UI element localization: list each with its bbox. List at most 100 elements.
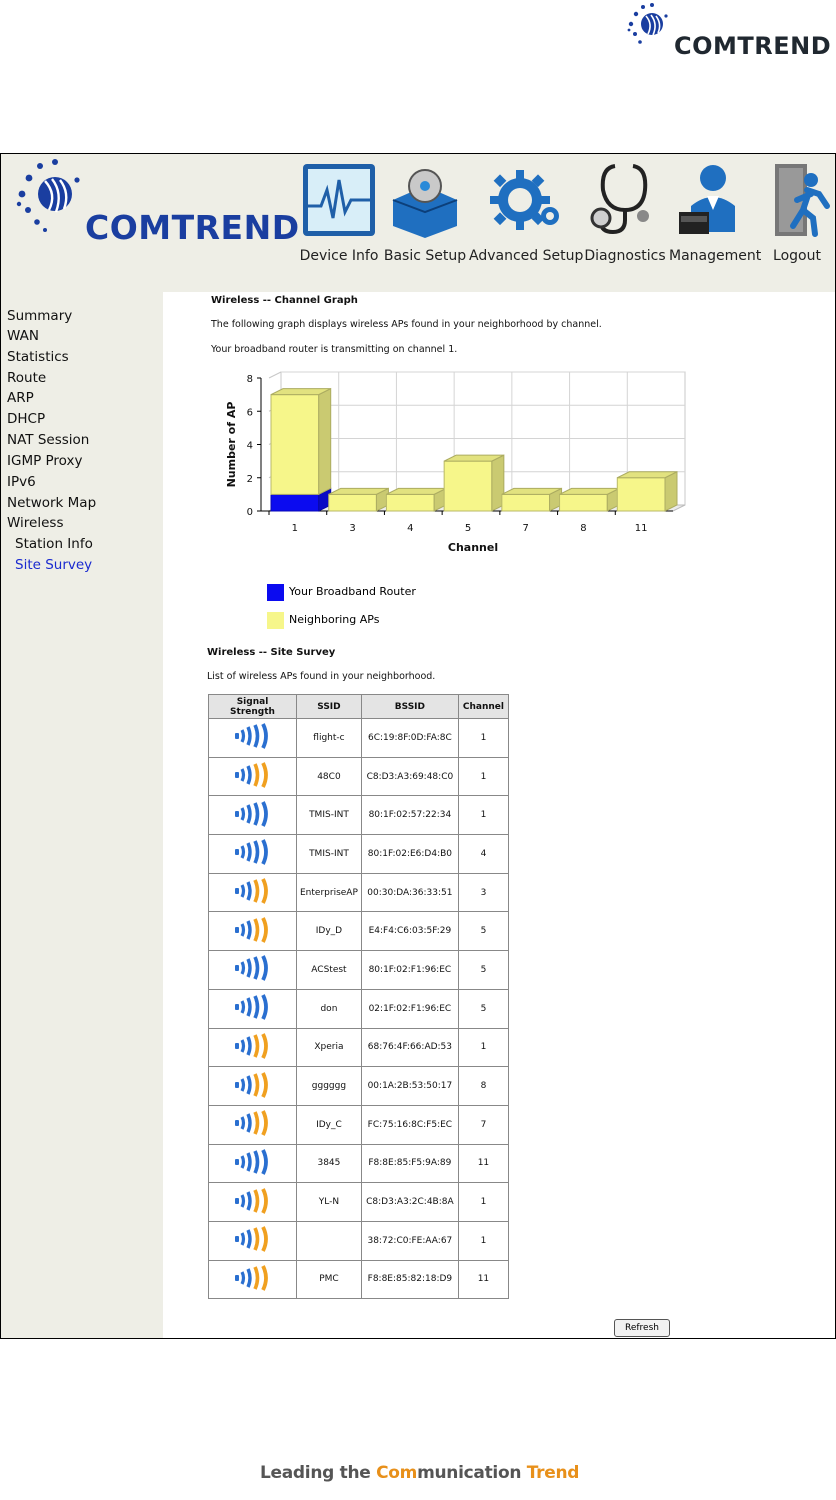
logout-icon (775, 164, 830, 237)
bssid-cell: 68:76:4F:66:AD:53 (360, 1027, 459, 1068)
bssid-cell: F8:8E:85:F5:9A:89 (360, 1143, 459, 1184)
router-logo: COMTREND (15, 158, 299, 248)
ssid-cell: YL-N (296, 1182, 362, 1222)
ssid-cell: 48C0 (296, 756, 362, 797)
table-row: don 02:1F:02:F1:96:EC 5 (208, 988, 509, 1029)
bssid-cell: FC:75:16:8C:F5:EC (360, 1104, 459, 1145)
sidebar-item-site-survey[interactable]: Site Survey (15, 557, 92, 573)
signal-strength-cell (208, 1143, 297, 1184)
table-row: IDy_C FC:75:16:8C:F5:EC 7 (208, 1104, 509, 1145)
ssid-cell: IDy_C (296, 1104, 362, 1145)
signal-strength-icon (234, 1032, 268, 1059)
sidebar-item-arp[interactable]: ARP (7, 390, 34, 406)
sidebar-item-wireless[interactable]: Wireless (7, 515, 64, 531)
nav-basic-setup[interactable]: Basic Setup (383, 160, 467, 264)
y-tick-label: 0 (247, 507, 253, 518)
ssid-cell: gggggg (296, 1066, 362, 1106)
sidebar-item-igmp-proxy[interactable]: IGMP Proxy (7, 453, 83, 469)
channel-cell: 1 (457, 1027, 509, 1068)
channel-cell: 1 (457, 795, 509, 836)
signal-strength-icon (234, 878, 268, 904)
bssid-cell: 80:1F:02:E6:D4:B0 (360, 834, 459, 874)
column-header-bssid: BSSID (360, 694, 459, 719)
bssid-cell: 80:1F:02:F1:96:EC (360, 950, 459, 990)
signal-strength-icon (234, 839, 268, 866)
signal-strength-cell (208, 1066, 297, 1106)
table-row: 3845 F8:8E:85:F5:9A:89 11 (208, 1143, 509, 1184)
signal-strength-cell (208, 795, 297, 836)
ssid-cell: IDy_D (296, 911, 362, 952)
signal-strength-icon (234, 800, 268, 827)
document-header-logo: COMTREND (626, 2, 832, 64)
signal-strength-cell (208, 950, 297, 990)
sidebar-item-nat-session[interactable]: NAT Session (7, 432, 89, 448)
sidebar: Summary WAN Statistics Route ARP DHCP NA… (1, 292, 163, 1338)
document-footer-tagline: Leading the Communication Trend (260, 1463, 580, 1483)
sidebar-item-summary[interactable]: Summary (7, 308, 72, 324)
ssid-cell: TMIS-INT (296, 834, 362, 874)
sidebar-item-ipv6[interactable]: IPv6 (7, 474, 36, 490)
y-axis-title: Number of AP (225, 402, 238, 488)
x-tick-label: 11 (635, 523, 648, 534)
channel-cell: 1 (457, 1220, 509, 1261)
diagnostics-icon (590, 164, 649, 235)
legend-label-router: Your Broadband Router (289, 585, 416, 598)
signal-strength-icon (234, 1071, 268, 1098)
nav-logout[interactable]: Logout (755, 160, 835, 264)
signal-strength-icon (234, 955, 268, 982)
table-row: 38:72:C0:FE:AA:67 1 (208, 1220, 509, 1261)
table-row: YL-N C8:D3:A3:2C:4B:8A 1 (208, 1182, 509, 1222)
signal-strength-icon (234, 1187, 268, 1214)
nav-diagnostics[interactable]: Diagnostics (583, 160, 667, 264)
table-row: IDy_D E4:F4:C6:03:5F:29 5 (208, 911, 509, 952)
sidebar-item-route[interactable]: Route (7, 370, 46, 386)
signal-strength-cell (208, 1220, 297, 1261)
channel-cell: 3 (457, 872, 509, 913)
channel-cell: 11 (457, 1259, 509, 1300)
transmitting-channel-note: Your broadband router is transmitting on… (211, 344, 458, 355)
signal-strength-cell (208, 1259, 297, 1300)
column-header-ssid: SSID (296, 694, 362, 719)
legend-swatch-neighbors (267, 612, 284, 629)
x-tick-label: 8 (580, 523, 586, 534)
bar-neighbors-front (328, 493, 377, 512)
signal-strength-cell (208, 1182, 297, 1222)
signal-strength-cell (208, 1027, 297, 1068)
sidebar-item-network-map[interactable]: Network Map (7, 495, 96, 511)
bssid-cell: 00:1A:2B:53:50:17 (360, 1066, 459, 1106)
bar-neighbors-front (385, 493, 435, 512)
channel-cell: 11 (457, 1143, 509, 1184)
legend-swatch-router (267, 584, 284, 601)
sidebar-item-dhcp[interactable]: DHCP (7, 411, 45, 427)
sidebar-item-station-info[interactable]: Station Info (15, 536, 93, 552)
brand-wordmark: COMTREND (85, 208, 300, 247)
nav-advanced-setup[interactable]: Advanced Setup (469, 160, 583, 264)
bssid-cell: E4:F4:C6:03:5F:29 (360, 911, 459, 952)
site-survey-title: Wireless -- Site Survey (207, 647, 336, 658)
sidebar-item-wan[interactable]: WAN (7, 328, 39, 344)
refresh-button[interactable]: Refresh (614, 1319, 670, 1337)
table-row: TMIS-INT 80:1F:02:E6:D4:B0 4 (208, 834, 509, 874)
table-row: flight-c 6C:19:8F:0D:FA:8C 1 (208, 718, 509, 758)
sidebar-item-statistics[interactable]: Statistics (7, 349, 69, 365)
channel-cell: 1 (457, 756, 509, 797)
signal-strength-cell (208, 718, 297, 758)
nav-management[interactable]: Management (669, 160, 761, 264)
bssid-cell: 38:72:C0:FE:AA:67 (360, 1220, 459, 1261)
table-row: Xperia 68:76:4F:66:AD:53 1 (208, 1027, 509, 1068)
signal-strength-icon (234, 1265, 268, 1291)
bssid-cell: C8:D3:A3:2C:4B:8A (360, 1182, 459, 1222)
bar-neighbors-front (616, 477, 666, 512)
signal-strength-icon (234, 916, 268, 943)
channel-cell: 5 (457, 988, 509, 1029)
x-tick-label: 4 (407, 523, 413, 534)
site-survey-description: List of wireless APs found in your neigh… (207, 671, 436, 682)
nav-device-info[interactable]: Device Info (297, 160, 381, 264)
signal-strength-cell (208, 988, 297, 1029)
signal-strength-icon (234, 1226, 268, 1253)
y-tick-label: 8 (247, 374, 253, 385)
ssid-cell (296, 1220, 362, 1261)
signal-strength-icon (234, 994, 268, 1021)
bar-neighbors-front (559, 493, 608, 512)
bssid-cell: 00:30:DA:36:33:51 (360, 872, 459, 913)
